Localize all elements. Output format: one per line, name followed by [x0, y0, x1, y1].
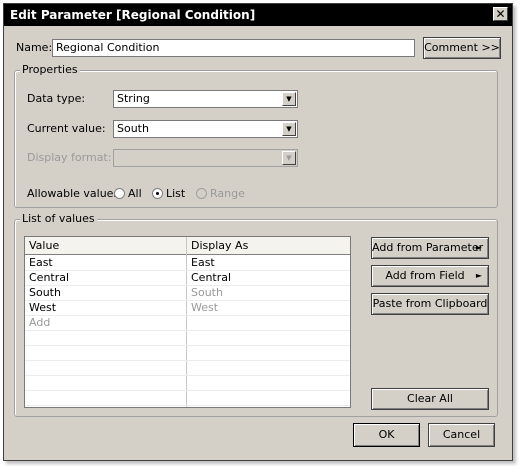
close-icon: ✕	[495, 7, 506, 21]
table-row-empty	[25, 330, 350, 346]
data-type-label: Data type:	[27, 92, 86, 105]
name-label: Name:	[16, 41, 53, 54]
properties-group-title: Properties	[20, 63, 80, 76]
cell-display-as: South	[191, 286, 223, 299]
cell-value: South	[29, 286, 61, 299]
cell-value: West	[29, 301, 57, 314]
allowable-values-label: Allowable values:	[27, 187, 123, 200]
current-value-select[interactable]: South ▼	[113, 120, 298, 138]
ok-button[interactable]: OK	[353, 423, 420, 447]
clear-all-button[interactable]: Clear All	[371, 388, 489, 410]
table-row-empty	[25, 345, 350, 361]
current-value-value: South	[117, 122, 149, 135]
list-of-values-title: List of values	[20, 212, 97, 225]
properties-group: Properties Data type: String ▼ Current v…	[14, 63, 498, 208]
table-header: Value Display As	[25, 237, 350, 255]
cell-value: East	[29, 256, 53, 269]
radio-list[interactable]	[152, 188, 163, 199]
paste-from-clipboard-button[interactable]: Paste from Clipboard	[371, 293, 489, 315]
cell-display-as: East	[191, 256, 215, 269]
cancel-button[interactable]: Cancel	[428, 423, 495, 447]
table-row-add[interactable]: Add	[25, 315, 350, 331]
comment-button[interactable]: Comment >>	[423, 37, 501, 59]
cell-display-as: West	[191, 301, 219, 314]
table-row[interactable]: South South	[25, 285, 350, 301]
name-input-value: Regional Condition	[56, 41, 160, 54]
cell-value: Central	[29, 271, 70, 284]
radio-all-label: All	[128, 187, 142, 200]
chevron-down-icon: ▼	[282, 151, 296, 165]
table-row-empty	[25, 360, 350, 376]
data-type-select[interactable]: String ▼	[113, 90, 298, 108]
dialog-title: Edit Parameter [Regional Condition]	[10, 8, 256, 22]
current-value-label: Current value:	[27, 122, 106, 135]
data-type-value: String	[117, 92, 150, 105]
table-row[interactable]: East East	[25, 255, 350, 271]
add-from-field-button[interactable]: Add from Field ►	[371, 265, 489, 287]
close-button[interactable]: ✕	[493, 7, 508, 21]
radio-all[interactable]	[114, 188, 125, 199]
column-header-display-as[interactable]: Display As	[191, 239, 248, 252]
title-bar: Edit Parameter [Regional Condition] ✕	[4, 4, 512, 26]
table-row[interactable]: West West	[25, 300, 350, 316]
chevron-right-icon: ►	[475, 243, 482, 252]
table-row-empty	[25, 390, 350, 406]
radio-list-label: List	[166, 187, 186, 200]
chevron-down-icon: ▼	[282, 122, 296, 136]
chevron-right-icon: ►	[475, 271, 482, 280]
radio-range	[196, 188, 207, 199]
radio-range-label: Range	[210, 187, 245, 200]
list-of-values-group: List of values Value Display As East Eas…	[14, 212, 498, 417]
display-format-label: Display format:	[27, 151, 112, 164]
edit-parameter-dialog: Edit Parameter [Regional Condition] ✕ Na…	[3, 3, 513, 461]
column-header-value[interactable]: Value	[29, 239, 59, 252]
add-from-parameter-button[interactable]: Add from Parameter ►	[371, 237, 489, 259]
name-input[interactable]: Regional Condition	[52, 39, 415, 57]
add-from-parameter-label: Add from Parameter	[372, 241, 484, 254]
add-value-placeholder: Add	[29, 316, 51, 329]
cell-display-as: Central	[191, 271, 232, 284]
add-from-field-label: Add from Field	[385, 269, 465, 282]
table-row[interactable]: Central Central	[25, 270, 350, 286]
chevron-down-icon: ▼	[282, 92, 296, 106]
values-table[interactable]: Value Display As East East Central Centr…	[24, 236, 351, 408]
display-format-select: ▼	[113, 149, 298, 167]
table-row-empty	[25, 375, 350, 391]
